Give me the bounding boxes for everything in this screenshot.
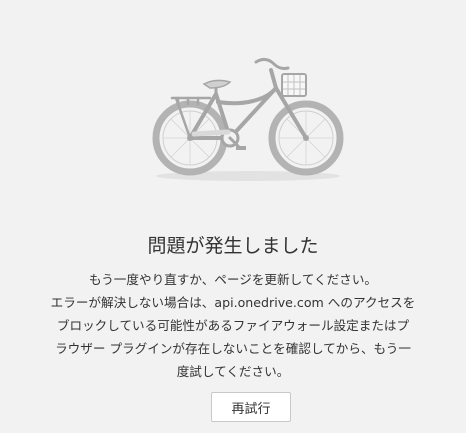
error-message: もう一度やり直すか、ページを更新してください。 エラーが解決しない場合は、api…: [6, 268, 460, 383]
error-message-line: エラーが解決しない場合は、api.onedrive.com へのアクセスを: [50, 295, 416, 310]
error-message-line: ラウザー プラグインが存在しないことを確認してから、もう一: [55, 341, 411, 356]
error-message-line: 度試してください。: [176, 364, 290, 379]
bicycle-illustration: [148, 48, 348, 184]
error-title: 問題が発生しました: [147, 235, 319, 257]
error-message-line: もう一度やり直すか、ページを更新してください。: [88, 272, 378, 287]
retry-button[interactable]: 再試行: [211, 392, 291, 422]
error-message-line: ブロックしている可能性があるファイアウォール設定またはプ: [56, 318, 410, 333]
error-page: 問題が発生しました もう一度やり直すか、ページを更新してください。 エラーが解決…: [0, 0, 466, 433]
bicycle-icon: [152, 57, 344, 181]
